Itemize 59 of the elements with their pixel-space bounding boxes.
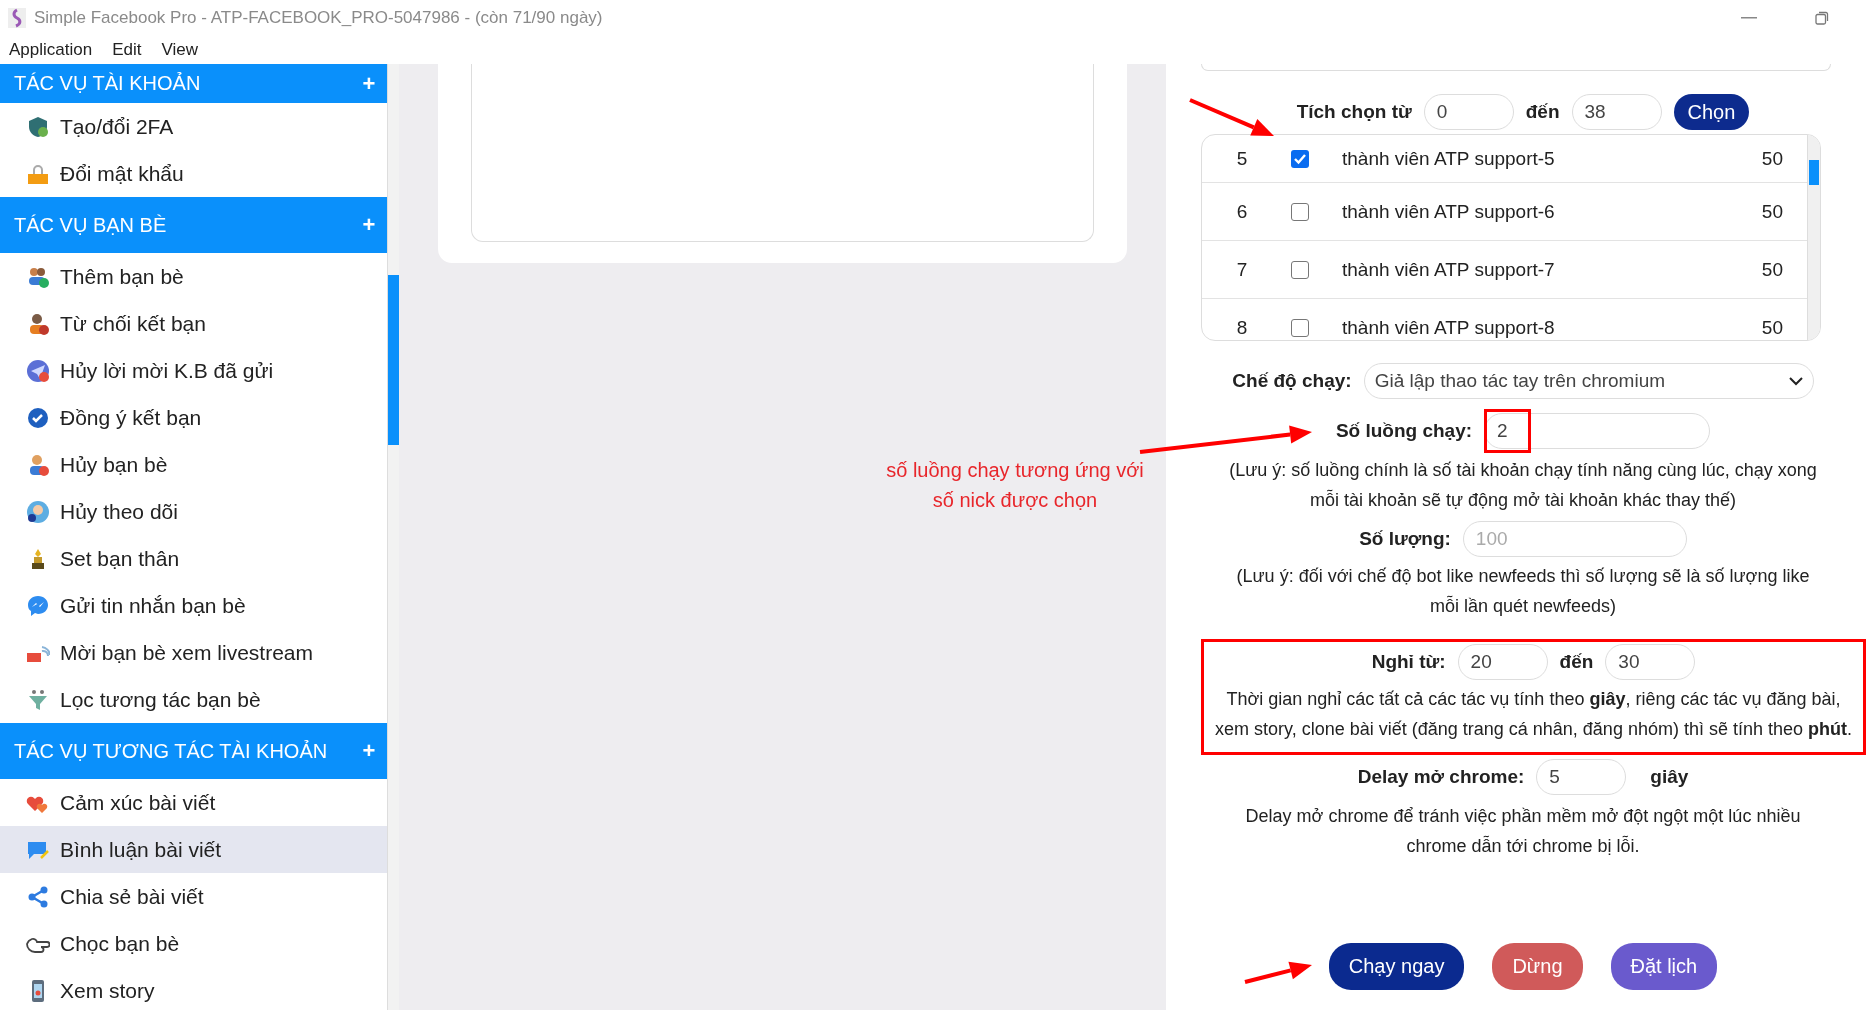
checkbox[interactable] bbox=[1291, 202, 1309, 221]
action-button[interactable]: Đặt lịch bbox=[1610, 943, 1718, 990]
to-label: đến bbox=[1559, 651, 1594, 673]
chrome-delay-label: Delay mở chrome: bbox=[1357, 766, 1525, 788]
section-title: TÁC VỤ TÀI KHOẢN bbox=[14, 72, 201, 95]
person-icon bbox=[26, 499, 50, 524]
action-button[interactable]: Dừng bbox=[1492, 943, 1583, 990]
checkbox[interactable] bbox=[1291, 260, 1309, 279]
share-icon bbox=[26, 884, 50, 909]
scrollbar[interactable] bbox=[1807, 135, 1820, 340]
sidebar-item[interactable]: Bình luận bài viết bbox=[0, 826, 388, 873]
paper-plane-icon bbox=[26, 358, 50, 383]
account-count: 50 bbox=[1761, 258, 1783, 281]
menu-item[interactable]: Edit bbox=[112, 40, 142, 60]
to-label: đến bbox=[1525, 101, 1560, 123]
account-count: 50 bbox=[1761, 316, 1783, 339]
window-title: Simple Facebook Pro - ATP-FACEBOOK_PRO-5047986 - (còn 71/90 ngày) bbox=[34, 8, 604, 28]
chevron-down-icon bbox=[1788, 376, 1803, 386]
run-mode-label: Chế độ chạy: bbox=[1232, 370, 1352, 392]
quantity-label: Số lượng: bbox=[1359, 528, 1451, 550]
account-name: thành viên ATP support-6 bbox=[1342, 200, 1556, 223]
quantity-note: (Lưu ý: đối với chế độ bot like newfeeds thì số lượng sẽ là số lượng like mỗi lần quét newfeeds) bbox=[1235, 565, 1811, 618]
row-number: 5 bbox=[1235, 147, 1249, 170]
section-title: TÁC VỤ TƯƠNG TÁC TÀI KHOẢN bbox=[14, 739, 328, 763]
threads-note: (Lưu ý: số luồng chính là số tài khoản chạy tính năng cùng lúc, chạy xong mỗi tài khoản sẽ tự động mở tài khoản khác thay thế) bbox=[1228, 459, 1818, 512]
highlight-mark bbox=[1484, 409, 1532, 453]
shield-icon bbox=[26, 114, 50, 139]
account-name: thành viên ATP support-7 bbox=[1342, 258, 1556, 281]
row-number: 6 bbox=[1235, 200, 1249, 223]
checkbox[interactable] bbox=[1291, 318, 1309, 337]
scrollbar-thumb[interactable] bbox=[388, 275, 400, 445]
app-logo-icon bbox=[8, 8, 26, 28]
rest-label: Nghỉ từ: bbox=[1371, 651, 1446, 673]
account-count: 50 bbox=[1761, 147, 1783, 170]
row-number: 7 bbox=[1235, 258, 1249, 281]
menu-item[interactable]: View bbox=[161, 40, 198, 60]
annotation-arrow bbox=[1244, 961, 1312, 984]
account-name: thành viên ATP support-5 bbox=[1342, 147, 1556, 170]
menu-item[interactable]: Application bbox=[9, 40, 93, 60]
funnel-icon bbox=[26, 687, 50, 712]
section-title: TÁC VỤ BẠN BÈ bbox=[14, 213, 167, 237]
account-count: 50 bbox=[1761, 200, 1783, 223]
scrollbar[interactable] bbox=[387, 64, 400, 1010]
action-button[interactable]: Chạy ngay bbox=[1328, 943, 1465, 990]
threads-label: Số luồng chạy: bbox=[1335, 420, 1473, 442]
chrome-delay-note: Delay mở chrome để tránh việc phần mềm mở đột ngột một lúc nhiều chrome dẫn tới chrome bị lỗi. bbox=[1244, 805, 1802, 858]
minimize-icon[interactable] bbox=[1741, 17, 1757, 19]
unit-label: giây bbox=[1650, 766, 1689, 788]
restore-icon[interactable] bbox=[1815, 11, 1829, 25]
select-button[interactable]: Chọn bbox=[1673, 94, 1750, 130]
checkbox[interactable] bbox=[1291, 149, 1309, 168]
check-badge-icon bbox=[26, 405, 50, 430]
annotation-text: số luồng chạy tương ứng với số nick được chọn bbox=[885, 458, 1145, 513]
account-name: thành viên ATP support-8 bbox=[1342, 316, 1556, 339]
scrollbar-thumb[interactable] bbox=[1809, 160, 1819, 185]
row-number: 8 bbox=[1235, 316, 1249, 339]
rest-note: Thời gian nghỉ các tất cả các tác vụ tính theo giây, riêng các tác vụ đăng bài, xem story, clone bài viết (đăng trang cá nhân, đăng nhóm) thì sẽ tính theo phút. bbox=[1214, 688, 1853, 741]
range-label: Tích chọn từ bbox=[1296, 101, 1412, 123]
chat-bubble-icon bbox=[26, 593, 50, 618]
